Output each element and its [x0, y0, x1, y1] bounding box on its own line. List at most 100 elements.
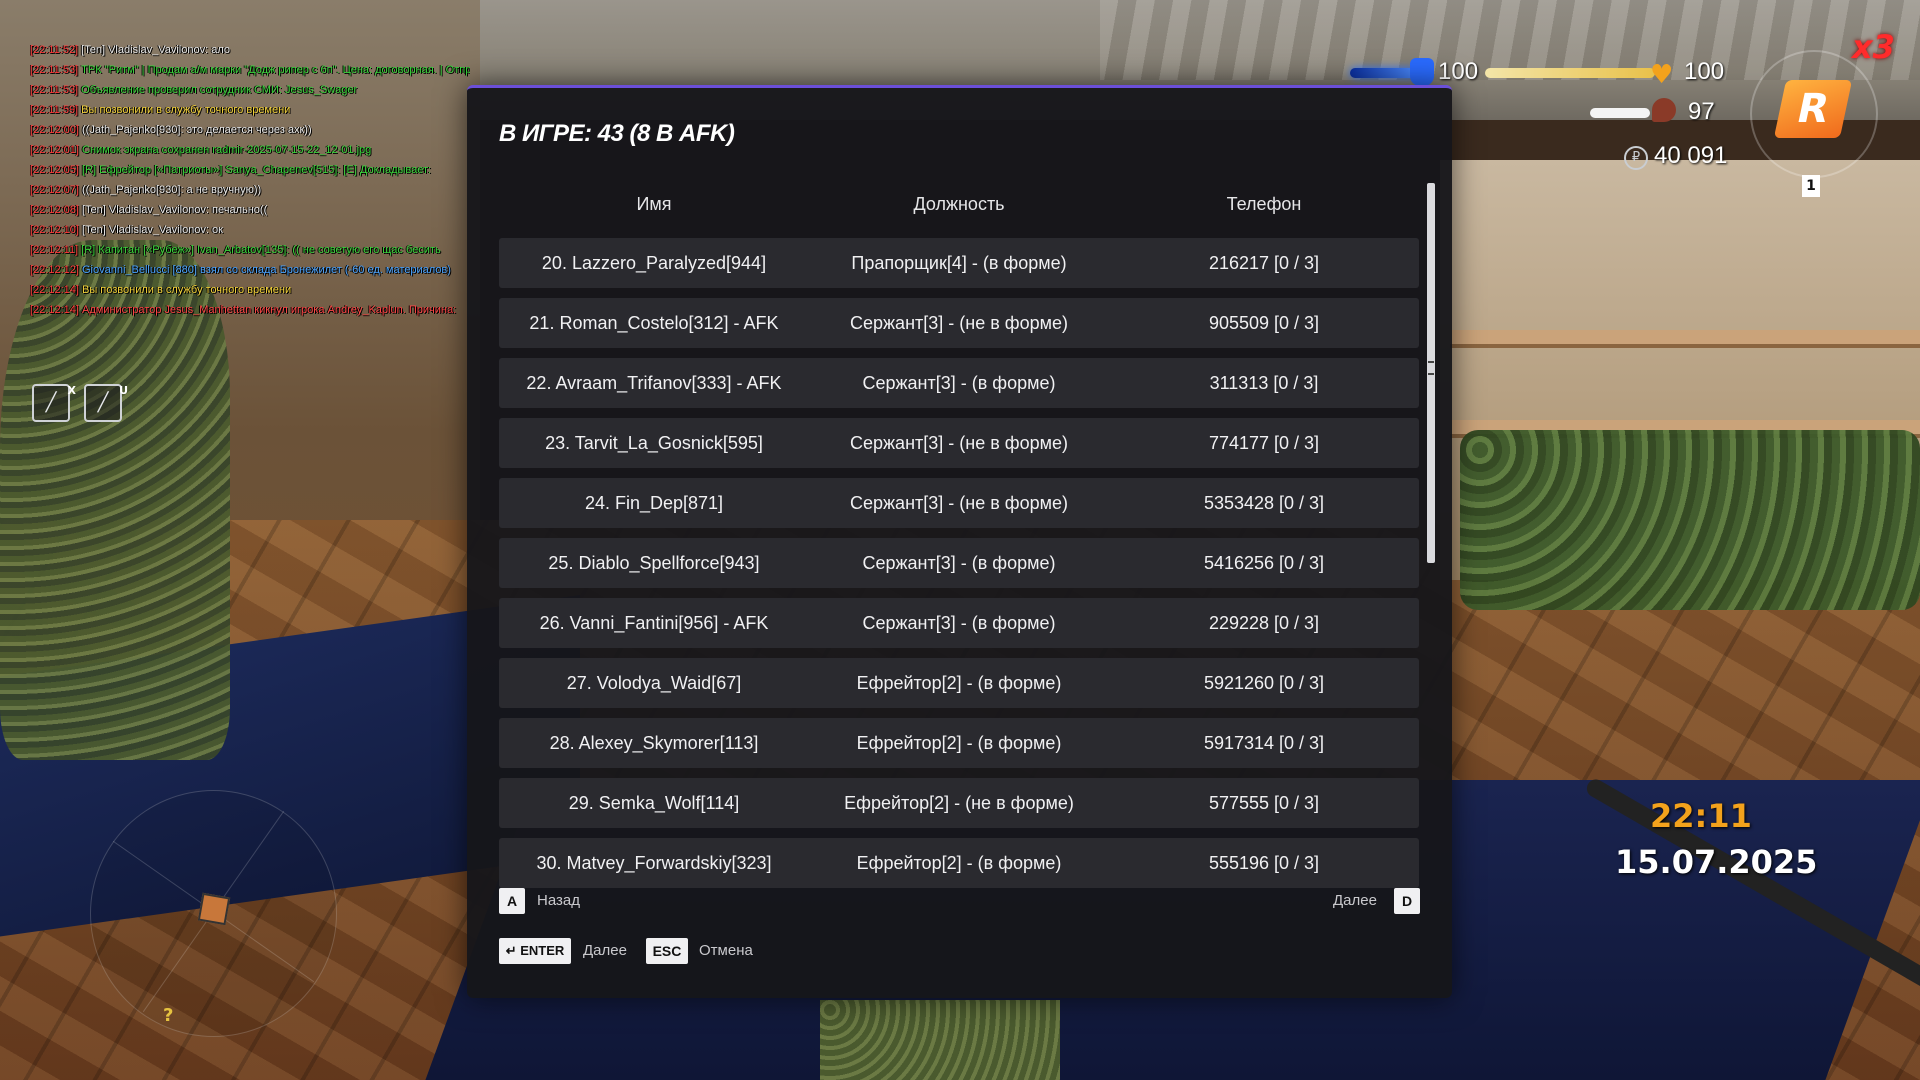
member-name: 28. Alexey_Skymorer[113]	[549, 733, 759, 753]
chat-line: [22:12:14] Вы позвонили в службу точного…	[30, 280, 470, 300]
heart-icon: ♥	[1650, 60, 1674, 90]
chat-line: [22:12:10] [Ten] Vladislav_Vavilonov: ок	[30, 220, 470, 240]
member-name: 25. Diablo_Spellforce[943]	[548, 553, 760, 573]
chat-line: [22:12:01] Снимок экрана сохранен radmir…	[30, 140, 470, 160]
enter-key[interactable]: ↵ ENTER	[499, 938, 571, 964]
health-bar	[1485, 68, 1655, 78]
food-icon	[1652, 98, 1676, 122]
back-key[interactable]: A	[499, 888, 525, 914]
next-key[interactable]: D	[1394, 888, 1420, 914]
chat-timestamp: [22:12:05]	[30, 164, 79, 176]
column-header-phone: Телефон	[1226, 194, 1302, 214]
table-row[interactable]: 24. Fin_Dep[871] Сержант[3] - (не в форме…	[499, 478, 1419, 528]
table-row[interactable]: 26. Vanni_Fantini[956] - AFK Сержант[3] -…	[499, 598, 1419, 648]
chat-timestamp: [22:12:01]	[30, 144, 79, 156]
chat-line: [22:12:00] ((Jath_Pajenko[930]: это дела…	[30, 120, 470, 140]
member-name: 29. Semka_Wolf[114]	[568, 793, 740, 813]
member-rank: Сержант[3] - (в форме)	[862, 373, 1056, 393]
member-phone: 905509 [0 / 3]	[1208, 313, 1320, 333]
chat-timestamp: [22:11:53]	[30, 84, 79, 96]
item-slot-icon[interactable]: ╱ U	[84, 384, 128, 422]
chat-text: Вы позвонили в службу точного времени	[78, 284, 292, 296]
chat-timestamp: [22:11:59]	[30, 104, 79, 116]
member-rank: Прапорщик[4] - (в форме)	[851, 253, 1067, 273]
chat-line: [22:11:59] Вы позвонили в службу точного…	[30, 100, 470, 120]
member-phone: 774177 [0 / 3]	[1208, 433, 1320, 453]
member-rank: Ефрейтор[2] - (в форме)	[856, 733, 1062, 753]
member-phone: 5416256 [0 / 3]	[1203, 553, 1325, 573]
member-rank: Сержант[3] - (не в форме)	[850, 493, 1068, 513]
chat-text: Снимок экрана сохранен radmir-2025-07-15…	[78, 144, 372, 156]
member-phone: 555196 [0 / 3]	[1208, 853, 1320, 873]
scrollbar-grip[interactable]	[1428, 361, 1434, 375]
chat-text: Вы позвонили в службу точного времени	[78, 104, 291, 116]
chat-line: [22:12:12] Giovanni_Bellucci [880] взял …	[30, 260, 470, 280]
money-value: 40 091	[1654, 142, 1728, 169]
esc-key[interactable]: ESC	[646, 938, 688, 964]
chat-timestamp: [22:12:08]	[30, 204, 79, 216]
table-row[interactable]: 20. Lazzero_Paralyzed[944] Прапорщик[4] -…	[499, 238, 1419, 288]
chat-text: [R] Капитан [«Рубеж»] Ivan_Arbatov[135]:…	[78, 244, 441, 256]
chat-timestamp: [22:11:52]	[30, 44, 79, 56]
table-row[interactable]: 30. Matvey_Forwardskiy[323] Ефрейтор[2] -…	[499, 838, 1419, 888]
syringe-icon: ╱	[45, 392, 57, 413]
game-time: 22:11	[1650, 797, 1752, 835]
armor-value: 100	[1438, 58, 1479, 85]
table-row[interactable]: 28. Alexey_Skymorer[113] Ефрейтор[2] - (в…	[499, 718, 1419, 768]
cancel-button-label[interactable]: Отмена	[699, 938, 753, 964]
member-phone: 216217 [0 / 3]	[1208, 253, 1320, 273]
members-dialog: В ИГРЕ: 43 (8 В AFK) Имя Должность Телеф…	[467, 85, 1452, 998]
member-rank: Сержант[3] - (в форме)	[862, 613, 1056, 633]
quest-marker-icon: ?	[163, 1005, 174, 1026]
member-phone: 5917314 [0 / 3]	[1203, 733, 1325, 753]
level-badge: 1	[1802, 175, 1820, 197]
chat-text: Администратор Jesus_Manhettan кикнул игр…	[78, 304, 457, 316]
chat-text: [R] Ефрейтор [«Патриоты»] Sanya_Chapenev…	[78, 164, 432, 176]
table-row[interactable]: 25. Diablo_Spellforce[943] Сержант[3] - (…	[499, 538, 1419, 588]
chat-text: [Ten] Vladislav_Vavilonov: печально((	[78, 204, 268, 216]
chat-text: ((Jath_Pajenko[930]: это делается через …	[78, 124, 312, 136]
chat-line: [22:11:53] ТРК "Ритм" | Продам а/м марки…	[30, 60, 470, 80]
armor-icon	[1410, 58, 1434, 86]
member-phone: 311313 [0 / 3]	[1209, 373, 1319, 393]
table-row[interactable]: 21. Roman_Costelo[312] - AFK Сержант[3] -…	[499, 298, 1419, 348]
uniforms-on-shelves	[1460, 430, 1920, 610]
table-row[interactable]: 23. Tarvit_La_Gosnick[595] Сержант[3] - (…	[499, 418, 1419, 468]
chat-timestamp: [22:12:14]	[30, 284, 79, 296]
chat-line: [22:12:08] [Ten] Vladislav_Vavilonov: пе…	[30, 200, 470, 220]
member-name: 26. Vanni_Fantini[956] - AFK	[539, 613, 769, 633]
member-rank: Сержант[3] - (не в форме)	[850, 433, 1068, 453]
member-rank: Сержант[3] - (не в форме)	[850, 313, 1068, 333]
player-marker-icon	[197, 892, 231, 926]
chat-line: [22:12:11] [R] Капитан [«Рубеж»] Ivan_Ar…	[30, 240, 470, 260]
hotkey-label: X	[67, 384, 76, 397]
chat-line: [22:11:53] Объявление проверил сотрудник…	[30, 80, 470, 100]
next-button-label[interactable]: Далее	[1333, 888, 1377, 914]
table-row[interactable]: 22. Avraam_Trifanov[333] - AFK Сержант[3]…	[499, 358, 1419, 408]
column-header-rank: Должность	[913, 194, 1005, 214]
player-character-legs	[820, 1000, 1060, 1080]
back-button-label[interactable]: Назад	[537, 888, 580, 914]
member-name: 20. Lazzero_Paralyzed[944]	[541, 253, 767, 273]
chat-timestamp: [22:11:53]	[30, 64, 79, 76]
game-date: 15.07.2025	[1615, 843, 1818, 881]
members-list[interactable]: 20. Lazzero_Paralyzed[944] Прапорщик[4] -…	[499, 238, 1419, 953]
chat-text: Объявление проверил сотрудник СМИ: Jesus…	[78, 84, 358, 96]
enter-button-label[interactable]: Далее	[583, 938, 627, 964]
member-rank: Ефрейтор[2] - (в форме)	[856, 673, 1062, 693]
table-row[interactable]: 29. Semka_Wolf[114] Ефрейтор[2] - (не в ф…	[499, 778, 1419, 828]
member-name: 23. Tarvit_La_Gosnick[595]	[545, 433, 763, 453]
hunger-bar	[1590, 108, 1650, 118]
member-rank: Сержант[3] - (в форме)	[862, 553, 1056, 573]
chat-line: [22:12:07] ((Jath_Pajenko[930]: а не вру…	[30, 180, 470, 200]
shelf	[1450, 330, 1920, 348]
table-row[interactable]: 27. Volodya_Waid[67] Ефрейтор[2] - (в фор…	[499, 658, 1419, 708]
chat-log: [22:11:52] [Ten] Vladislav_Vavilonov: ал…	[30, 40, 470, 320]
member-name: 27. Volodya_Waid[67]	[566, 673, 742, 693]
member-rank: Ефрейтор[2] - (не в форме)	[844, 793, 1074, 813]
chat-text: [Ten] Vladislav_Vavilonov: ало	[78, 44, 230, 56]
knife-slot-icon[interactable]: ╱ X	[32, 384, 76, 422]
armor-bar	[1350, 68, 1418, 78]
chat-timestamp: [22:12:07]	[30, 184, 79, 196]
hunger-value: 97	[1688, 98, 1715, 125]
